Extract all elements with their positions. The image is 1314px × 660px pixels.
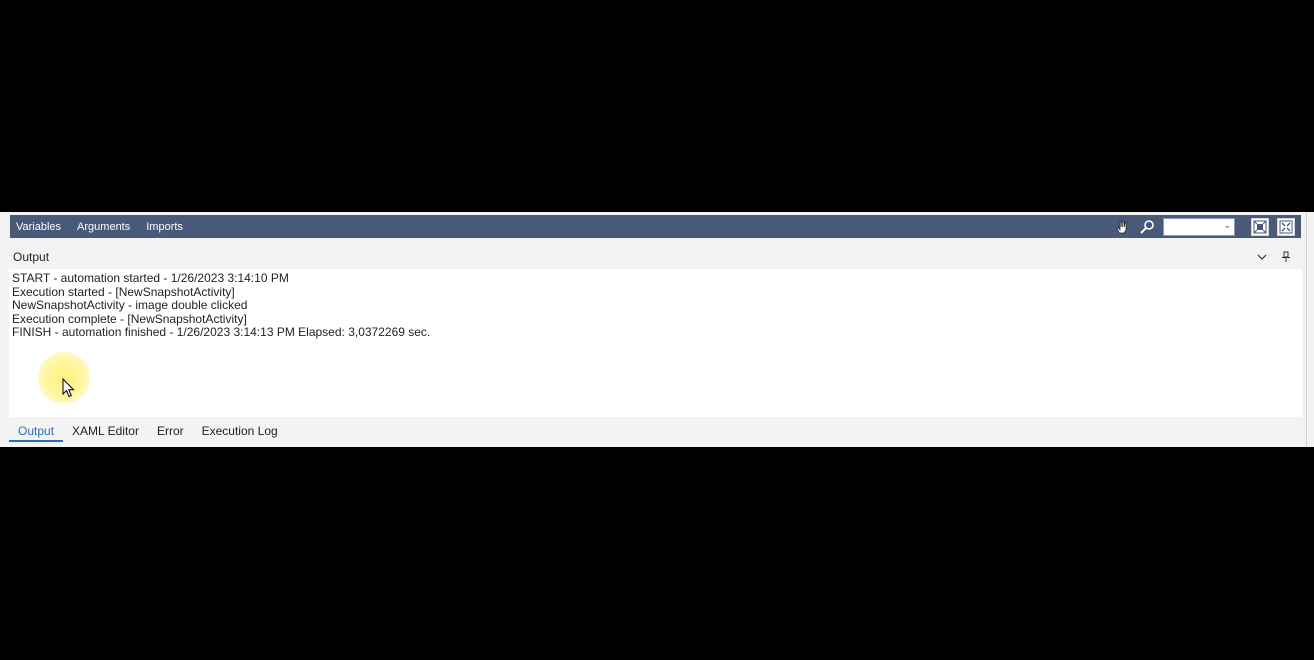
- bottom-tab-bar: Output XAML Editor Error Execution Log: [9, 418, 1302, 445]
- chevron-down-icon: ⌄: [1223, 219, 1231, 230]
- output-panel-header: Output: [9, 246, 1301, 268]
- designer-toolbar: Variables Arguments Imports ⌄: [10, 215, 1301, 238]
- variables-button[interactable]: Variables: [16, 221, 61, 233]
- panel-controls: [1245, 250, 1293, 264]
- mouse-pointer-icon: [62, 378, 75, 398]
- magnifier-icon[interactable]: [1138, 218, 1156, 236]
- reset-zoom-icon[interactable]: [1277, 217, 1295, 236]
- log-line: START - automation started - 1/26/2023 3…: [12, 271, 289, 285]
- log-line: FINISH - automation finished - 1/26/2023…: [12, 325, 431, 339]
- pin-icon[interactable]: [1279, 250, 1293, 264]
- fit-to-screen-icon[interactable]: [1251, 217, 1269, 236]
- chevron-down-icon[interactable]: [1255, 250, 1269, 264]
- hand-icon[interactable]: [1113, 218, 1131, 236]
- zoom-dropdown[interactable]: ⌄: [1163, 217, 1235, 236]
- tab-xaml-editor[interactable]: XAML Editor: [63, 420, 148, 442]
- tab-output[interactable]: Output: [9, 420, 64, 442]
- output-log[interactable]: START - automation started - 1/26/2023 3…: [9, 269, 1302, 417]
- toolbar-right-controls: ⌄: [1113, 215, 1295, 238]
- panel-title: Output: [13, 250, 50, 264]
- tab-execution-log[interactable]: Execution Log: [193, 420, 287, 442]
- tab-error[interactable]: Error: [148, 420, 193, 442]
- imports-button[interactable]: Imports: [146, 221, 183, 233]
- window-edge: [1306, 212, 1314, 447]
- log-line: NewSnapshotActivity - image double click…: [12, 298, 248, 312]
- arguments-button[interactable]: Arguments: [77, 221, 130, 233]
- designer-window: Variables Arguments Imports ⌄ Output STA…: [0, 212, 1314, 447]
